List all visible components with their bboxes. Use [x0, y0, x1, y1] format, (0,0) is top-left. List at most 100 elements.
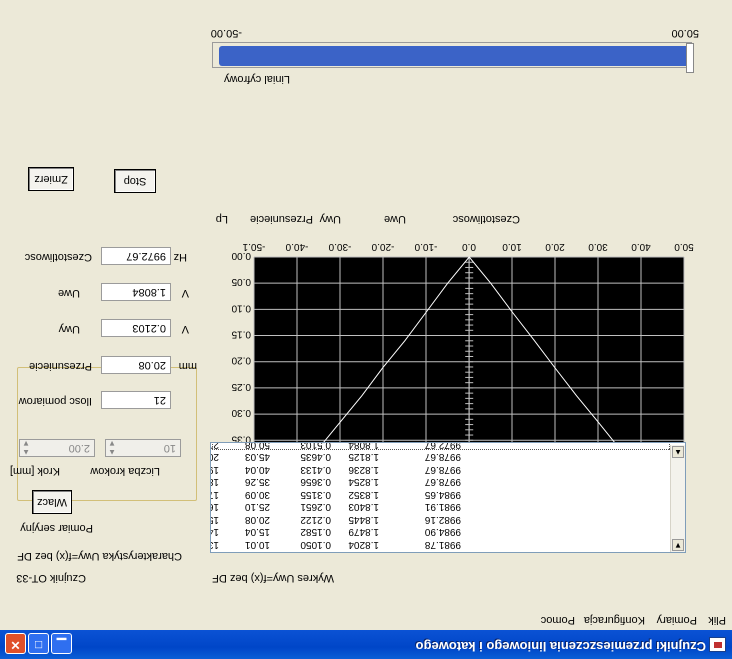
frequency-value: 9972.67 — [101, 247, 171, 265]
x-tick-label: 20.0 — [545, 241, 565, 252]
table-cell: 35.26 — [244, 476, 270, 488]
uwe-label: Uwe — [57, 287, 80, 299]
slider-min-label: -50.00 — [210, 27, 242, 39]
table-scrollbar[interactable]: ▼ ▲ — [670, 445, 685, 552]
table-cell: 1.8125 — [348, 451, 379, 463]
table-row[interactable]: 16 25.10 0.2651 1.8403 9981.91 — [210, 501, 669, 513]
displacement-label: Przesuniecie — [29, 360, 92, 372]
uwy-label: Uwy — [58, 323, 80, 335]
table-row[interactable]: 14 15.04 0.1582 1.8479 9984.90 — [210, 526, 669, 538]
menu-item-pomoc[interactable]: Pomoc — [541, 614, 575, 626]
title-bar[interactable]: Czujniki przemieszczenia liniowego i kat… — [0, 629, 732, 659]
table-cell: 0.3656 — [300, 476, 331, 488]
table-cell: 1.8352 — [348, 489, 379, 500]
menu-item-plik[interactable]: Plik — [708, 614, 726, 626]
table-cell: 21 — [210, 442, 219, 450]
close-button[interactable]: ✕ — [5, 633, 26, 654]
measure-button[interactable]: Zmierz — [28, 167, 74, 191]
y-tick-label: 0.05 — [231, 276, 251, 287]
y-tick-label: 0.15 — [231, 329, 251, 340]
table-cell: 16 — [210, 501, 219, 513]
menu-item-konfiguracja[interactable]: Konfiguracja — [584, 614, 645, 626]
displacement-value: 20.08 — [101, 356, 171, 374]
table-cell: 9984.90 — [424, 526, 461, 538]
x-tick-label: 30.0 — [588, 241, 608, 252]
x-tick-label: 0.0 — [462, 241, 476, 252]
y-tick-label: 0.20 — [231, 355, 251, 366]
table-cell: 30.09 — [244, 489, 270, 500]
x-tick-label: -20.0 — [371, 241, 394, 252]
results-table[interactable]: ▼ ▲ 13 10.01 0.1050 1.8204 9981.78 14 15.04 0.1… — [210, 442, 686, 553]
count-label: Liczba krokow — [90, 465, 160, 477]
table-row[interactable]: 19 40.04 0.4133 1.8236 9978.67 — [210, 464, 669, 475]
app-icon — [709, 637, 726, 652]
column-header-uwe: Uwe — [383, 213, 406, 225]
table-cell: 9981.91 — [424, 501, 461, 513]
table-cell: 1.8084 — [348, 442, 379, 450]
count-spinner[interactable]: ▲ ▼ — [107, 439, 117, 457]
menu-bar: Plik Pomiary Konfiguracja Pomoc — [0, 608, 732, 630]
table-cell: 45.03 — [244, 451, 270, 463]
x-tick-label: -30.0 — [328, 241, 351, 252]
plot-title: Wykres Uwy=f(x) bez DF — [212, 572, 334, 584]
table-cell: 1.8403 — [348, 501, 379, 513]
frequency-label: Czestotliwosc — [24, 251, 92, 263]
uwe-unit: V — [181, 287, 189, 299]
slider-label: Linial cyfrowy — [223, 73, 290, 85]
table-cell: 9981.78 — [424, 539, 461, 550]
table-cell: 0.1582 — [300, 526, 331, 538]
count-reading-label: Ilosc pomiarow — [18, 395, 92, 407]
table-row[interactable]: 21 50.08 0.5103 1.8084 9972.67 — [210, 442, 670, 450]
table-cell: 40.04 — [244, 464, 270, 475]
start-series-button[interactable]: Wlacz — [32, 490, 72, 514]
menu-item-pomiary[interactable]: Pomiary — [657, 614, 697, 626]
table-cell: 9984.65 — [424, 489, 461, 500]
table-cell: 50.08 — [244, 442, 270, 450]
table-cell: 20 — [210, 451, 219, 463]
table-cell: 10.01 — [244, 539, 270, 550]
table-cell: 0.3155 — [300, 489, 331, 500]
measurement-group-title: Pomiar seryjny — [18, 522, 95, 534]
stop-button[interactable]: Stop — [114, 169, 156, 193]
table-cell: 15 — [210, 514, 219, 525]
table-cell: 1.8479 — [348, 526, 379, 538]
step-spinner[interactable]: ▲ ▼ — [21, 439, 31, 457]
y-tick-label: 0.10 — [231, 302, 251, 313]
slider-thumb[interactable] — [686, 43, 694, 73]
characteristic-title: Charakterystyka Uwy=f(x) bez DF — [17, 550, 182, 562]
table-cell: 15.04 — [244, 526, 270, 538]
frequency-unit: Hz — [173, 251, 187, 263]
minimize-button[interactable]: ▁ — [51, 633, 72, 654]
x-tick-label: -40.0 — [285, 241, 308, 252]
table-row[interactable]: 17 30.09 0.3155 1.8352 9984.65 — [210, 489, 669, 500]
table-cell: 0.2651 — [300, 501, 331, 513]
table-row[interactable]: 15 20.08 0.2122 1.8445 9982.16 — [210, 514, 669, 525]
column-header-uwy: Uwy — [319, 213, 341, 225]
scroll-up-icon[interactable]: ▲ — [672, 446, 684, 458]
maximize-button[interactable]: □ — [28, 633, 49, 654]
table-row[interactable]: 20 45.03 0.4635 1.8125 9978.67 — [210, 451, 669, 463]
table-cell: 0.2122 — [300, 514, 331, 525]
table-cell: 0.5103 — [300, 442, 331, 450]
table-cell: 18 — [210, 476, 219, 488]
scroll-down-icon[interactable]: ▼ — [672, 539, 684, 551]
device-name: Czujnik OT-33 — [16, 572, 86, 584]
application-window: Czujniki przemieszczenia liniowego i kat… — [0, 0, 732, 659]
table-cell: 9972.67 — [424, 442, 461, 450]
table-cell: 9978.67 — [424, 451, 461, 463]
table-cell: 25.10 — [244, 501, 270, 513]
table-cell: 1.8236 — [348, 464, 379, 475]
uwe-value: 1.8084 — [101, 283, 171, 301]
column-header-frequency: Czestotliwosc — [452, 213, 520, 225]
displacement-unit: mm — [178, 360, 197, 372]
measurement-group — [17, 367, 197, 501]
table-cell: 0.1050 — [300, 539, 331, 550]
table-cell: 9978.67 — [424, 464, 461, 475]
x-tick-label: -10.0 — [414, 241, 437, 252]
slider-fill — [219, 46, 690, 66]
table-row[interactable]: 18 35.26 0.3656 1.8254 9978.67 — [210, 476, 669, 488]
table-row[interactable]: 13 10.01 0.1050 1.8204 9981.78 — [210, 539, 669, 550]
table-cell: 9978.67 — [424, 476, 461, 488]
y-tick-label: 0.00 — [231, 250, 251, 261]
y-tick-label: 0.30 — [231, 407, 251, 418]
